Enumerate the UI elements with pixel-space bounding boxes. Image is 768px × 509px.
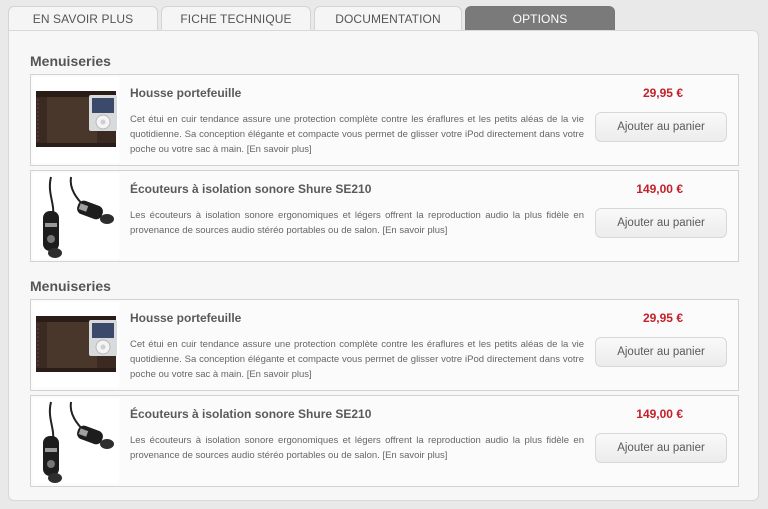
product-description: Cet étui en cuir tendance assure une pro… xyxy=(130,339,584,380)
leather-wallet-case-image[interactable] xyxy=(33,302,119,388)
product-card: Housse portefeuille Cet étui en cuir ten… xyxy=(30,74,739,166)
tab-options[interactable]: OPTIONS xyxy=(465,6,615,30)
product-name[interactable]: Écouteurs à isolation sonore Shure SE210 xyxy=(130,182,371,196)
product-price: 149,00 € xyxy=(636,407,683,421)
section-title: Menuiseries xyxy=(30,53,111,69)
product-name[interactable]: Housse portefeuille xyxy=(130,86,241,100)
add-to-cart-button[interactable]: Ajouter au panier xyxy=(595,112,727,142)
product-name[interactable]: Écouteurs à isolation sonore Shure SE210 xyxy=(130,407,371,421)
options-panel: Menuiseries Housse portefeuille Cet étui… xyxy=(8,30,759,501)
product-description: Les écouteurs à isolation sonore ergonom… xyxy=(130,435,584,461)
earphones-image[interactable] xyxy=(33,398,119,484)
section-title: Menuiseries xyxy=(30,278,111,294)
product-description: Les écouteurs à isolation sonore ergonom… xyxy=(130,210,584,236)
tab-fiche-technique[interactable]: FICHE TECHNIQUE xyxy=(161,6,311,30)
earphones-image[interactable] xyxy=(33,173,119,259)
add-to-cart-button[interactable]: Ajouter au panier xyxy=(595,208,727,238)
product-price: 29,95 € xyxy=(642,311,683,325)
tab-bar: EN SAVOIR PLUS FICHE TECHNIQUE DOCUMENTA… xyxy=(8,6,618,30)
product-card: Écouteurs à isolation sonore Shure SE210… xyxy=(30,170,739,262)
product-description: Cet étui en cuir tendance assure une pro… xyxy=(130,114,584,155)
leather-wallet-case-image[interactable] xyxy=(33,77,119,163)
product-name[interactable]: Housse portefeuille xyxy=(130,311,241,325)
add-to-cart-button[interactable]: Ajouter au panier xyxy=(595,433,727,463)
tab-en-savoir-plus[interactable]: EN SAVOIR PLUS xyxy=(8,6,158,30)
product-card: Écouteurs à isolation sonore Shure SE210… xyxy=(30,395,739,487)
tab-documentation[interactable]: DOCUMENTATION xyxy=(314,6,462,30)
add-to-cart-button[interactable]: Ajouter au panier xyxy=(595,337,727,367)
product-price: 149,00 € xyxy=(636,182,683,196)
product-price: 29,95 € xyxy=(642,86,683,100)
product-card: Housse portefeuille Cet étui en cuir ten… xyxy=(30,299,739,391)
